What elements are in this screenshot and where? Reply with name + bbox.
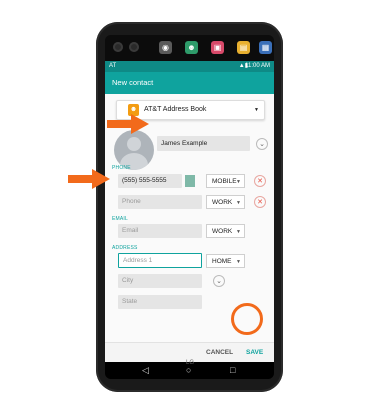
avatar[interactable] (114, 130, 154, 170)
gallery-app-icon[interactable]: ▣ (211, 41, 224, 54)
remove-phone-button-2[interactable]: ✕ (254, 196, 266, 208)
phone-field[interactable]: (555) 555-5555 (118, 174, 182, 188)
chevron-down-icon: ▼ (236, 229, 241, 235)
phone-frame: ◉ ☻ ▣ ▤ ▦ AT ▲▮ 11:00 AM New contact ☻ A… (96, 22, 283, 392)
email-field[interactable]: Email (118, 224, 202, 238)
expand-address-button[interactable]: ⌄ (213, 275, 225, 287)
phone-section-label: PHONE (112, 165, 131, 171)
chevron-down-icon: ▼ (236, 259, 241, 265)
notification-icon: AT (109, 63, 117, 69)
status-time: 11:00 AM (245, 63, 270, 69)
name-field[interactable]: James Example (157, 136, 250, 151)
front-camera-icon (113, 42, 123, 52)
address-type-select[interactable]: HOME ▼ (206, 254, 245, 268)
person-icon (127, 137, 141, 151)
app-bar: New contact (105, 72, 274, 94)
second-screen: ◉ ☻ ▣ ▤ ▦ (105, 35, 274, 61)
recent-apps-icon[interactable]: □ (230, 362, 235, 379)
email-type-label: WORK (212, 228, 233, 235)
address-type-label: HOME (212, 258, 232, 265)
chevron-down-icon: ▼ (254, 107, 259, 113)
back-icon[interactable]: ◁ (142, 362, 149, 379)
account-label: AT&T Address Book (144, 106, 207, 113)
email-type-select[interactable]: WORK ▼ (206, 224, 245, 238)
lg-logo: LG (185, 360, 194, 366)
phone-type-label: MOBILE (212, 178, 237, 185)
expand-name-button[interactable]: ⌄ (256, 138, 268, 150)
city-field[interactable]: City (118, 274, 202, 288)
save-highlight-ring (231, 303, 263, 335)
pointer-arrow-name (107, 114, 151, 134)
page-title: New contact (112, 78, 154, 87)
pointer-arrow-phone (68, 169, 112, 189)
remove-phone-button[interactable]: ✕ (254, 175, 266, 187)
keypad-icon[interactable] (185, 175, 195, 187)
phone-type-label-2: WORK (212, 199, 233, 206)
status-bar: AT ▲▮ 11:00 AM (105, 61, 274, 72)
address-section-label: ADDRESS (112, 245, 138, 251)
calendar-app-icon[interactable]: ▦ (259, 41, 272, 54)
front-camera-icon (129, 42, 139, 52)
notes-app-icon[interactable]: ▤ (237, 41, 250, 54)
cancel-button[interactable]: CANCEL (206, 343, 233, 363)
chevron-down-icon: ▼ (236, 200, 241, 206)
phone-type-select-2[interactable]: WORK ▼ (206, 195, 245, 209)
camera-app-icon[interactable]: ◉ (159, 41, 172, 54)
save-button[interactable]: SAVE (246, 343, 263, 363)
address-line1-field[interactable]: Address 1 (118, 253, 202, 268)
phone-field-2[interactable]: Phone (118, 195, 202, 209)
contacts-app-icon[interactable]: ☻ (185, 41, 198, 54)
chevron-down-icon: ▼ (236, 179, 241, 185)
phone-type-select[interactable]: MOBILE ▼ (206, 174, 245, 188)
state-field[interactable]: State (118, 295, 202, 309)
email-section-label: EMAIL (112, 216, 129, 222)
